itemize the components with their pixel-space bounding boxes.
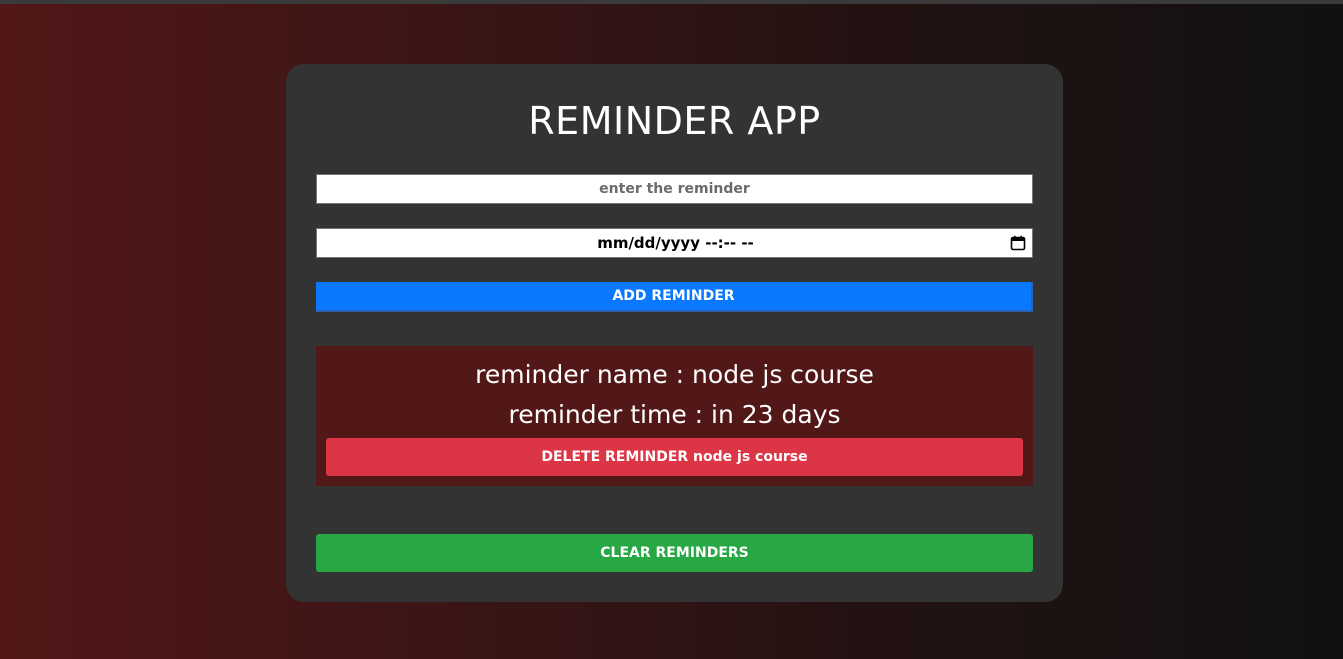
datetime-input[interactable]: mm/dd/yyyy --:-- -- [316,228,1033,258]
browser-top-bar [0,0,1343,4]
add-reminder-button[interactable]: ADD REMINDER [316,282,1033,312]
calendar-icon[interactable] [1010,235,1026,251]
app-title: REMINDER APP [528,99,821,143]
delete-reminder-button[interactable]: DELETE REMINDER node js course [326,438,1023,476]
reminder-input[interactable] [316,174,1033,204]
reminder-time: reminder time : in 23 days [508,400,841,429]
datetime-placeholder: mm/dd/yyyy --:-- -- [597,234,754,252]
reminder-name: reminder name : node js course [475,360,874,389]
reminder-item: reminder name : node js course reminder … [316,346,1033,486]
clear-reminders-button[interactable]: CLEAR REMINDERS [316,534,1033,572]
